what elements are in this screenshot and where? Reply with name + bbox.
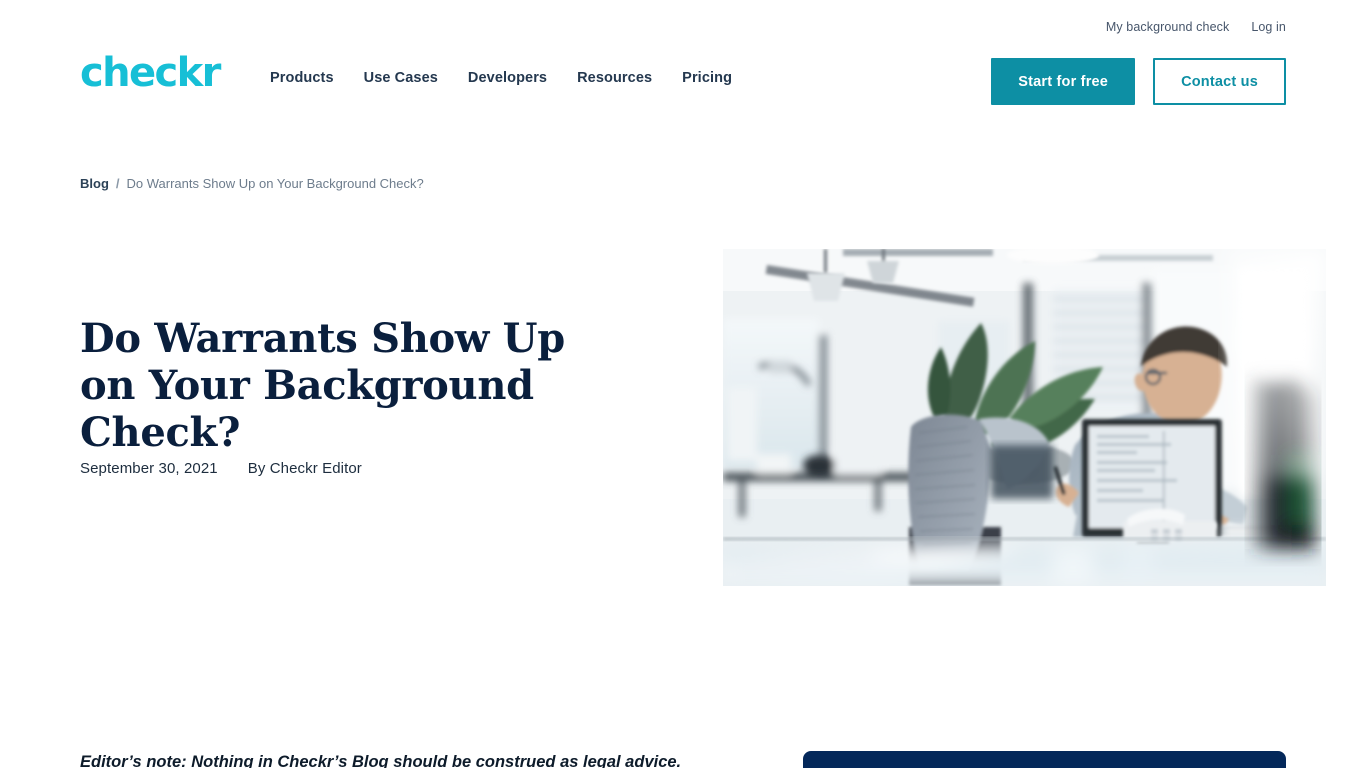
nav-item-use-cases[interactable]: Use Cases (364, 70, 438, 86)
site-header: checkr Products Use Cases Developers Res… (0, 46, 1366, 114)
publish-date: September 30, 2021 (80, 460, 218, 477)
checkr-logo[interactable]: checkr (80, 50, 221, 96)
article-author: By Checkr Editor (247, 460, 362, 477)
editor-note: Editor’s note: Nothing in Checkr’s Blog … (80, 753, 682, 768)
contact-us-button[interactable]: Contact us (1153, 58, 1286, 105)
nav-item-pricing[interactable]: Pricing (682, 70, 732, 86)
breadcrumb-current-page: Do Warrants Show Up on Your Background C… (126, 176, 424, 191)
page-title: Do Warrants Show Up on Your Background C… (80, 315, 565, 456)
log-in-link[interactable]: Log in (1251, 20, 1286, 34)
nav-item-developers[interactable]: Developers (468, 70, 547, 86)
header-actions: Start for free Contact us (991, 58, 1286, 105)
nav-item-products[interactable]: Products (270, 70, 334, 86)
breadcrumb: Blog / Do Warrants Show Up on Your Backg… (80, 176, 424, 191)
my-background-check-link[interactable]: My background check (1106, 20, 1230, 34)
breadcrumb-blog-link[interactable]: Blog (80, 176, 109, 191)
breadcrumb-separator: / (115, 176, 120, 191)
office-desk-illustration (723, 249, 1326, 586)
article-byline: September 30, 2021 By Checkr Editor (80, 460, 362, 477)
main-navigation: Products Use Cases Developers Resources … (270, 70, 732, 86)
promo-card[interactable] (803, 751, 1286, 768)
start-for-free-button[interactable]: Start for free (991, 58, 1136, 105)
utility-nav: My background check Log in (1106, 20, 1286, 34)
hero-image (723, 249, 1326, 586)
nav-item-resources[interactable]: Resources (577, 70, 652, 86)
blog-article-page: My background check Log in checkr Produc… (0, 0, 1366, 768)
